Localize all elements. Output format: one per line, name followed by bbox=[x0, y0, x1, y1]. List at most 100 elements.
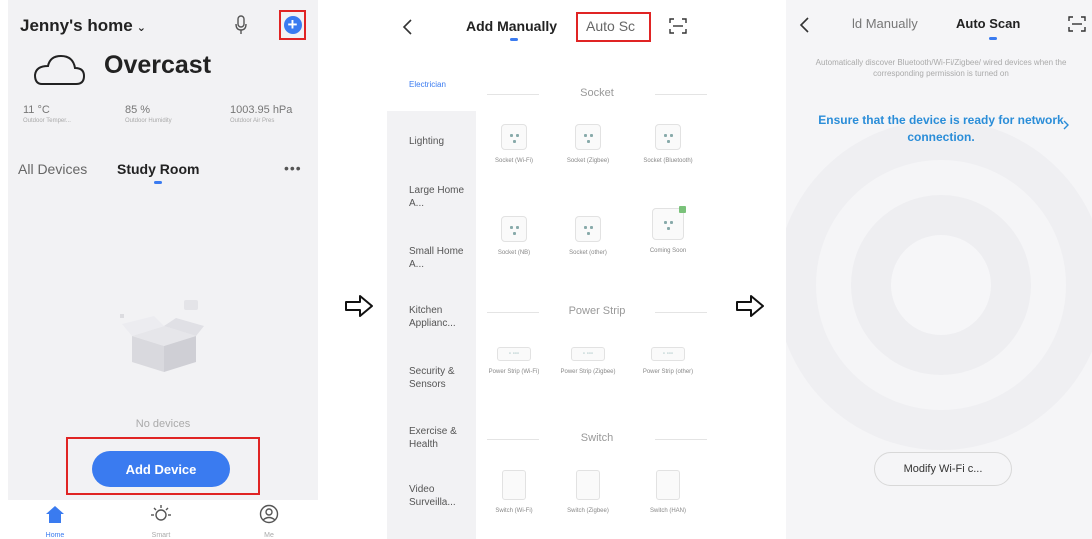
sidebar-item-kitchen-appliances[interactable]: Kitchen Applianc... bbox=[409, 304, 473, 330]
socket-icon bbox=[575, 216, 601, 242]
device-label: Power Strip (other) bbox=[642, 369, 694, 375]
stat-value: 85 % bbox=[125, 104, 151, 116]
device-label: Switch (HAN) bbox=[649, 508, 686, 514]
power-strip-icon: ▫ ▫▫▫ bbox=[497, 347, 531, 361]
active-tab-indicator bbox=[510, 38, 518, 41]
more-icon[interactable]: ••• bbox=[284, 160, 302, 176]
weather-condition: Overcast bbox=[104, 51, 212, 79]
nav-label: Home bbox=[45, 532, 65, 539]
device-coming-soon[interactable]: Coming Soon bbox=[637, 206, 699, 255]
device-switch-wifi[interactable]: Switch (Wi-Fi) bbox=[483, 470, 545, 515]
device-switch-han[interactable]: Switch (HAN) bbox=[637, 470, 699, 515]
section-title-socket: Socket bbox=[487, 87, 707, 99]
modify-wifi-button[interactable]: Modify Wi-Fi c... bbox=[874, 452, 1012, 486]
switch-icon bbox=[502, 470, 526, 500]
socket-icon bbox=[652, 206, 686, 240]
nav-item-home[interactable]: Home bbox=[25, 504, 85, 539]
socket-icon bbox=[575, 124, 601, 150]
home-name: Jenny's home bbox=[20, 16, 133, 35]
add-device-screen-panel: Add Manually Auto Sc Electrician Lightin… bbox=[387, 0, 709, 539]
scan-radar-core bbox=[891, 235, 991, 335]
device-power-strip-wifi[interactable]: ▫ ▫▫▫ Power Strip (Wi-Fi) bbox=[483, 342, 545, 376]
auto-scan-description: Automatically discover Bluetooth/Wi-Fi/Z… bbox=[815, 58, 1067, 78]
device-socket-nb[interactable]: Socket (NB) bbox=[483, 216, 545, 257]
arrow-right-icon bbox=[345, 295, 373, 317]
home-selector[interactable]: Jenny's home ⌄ bbox=[20, 16, 146, 36]
active-tab-indicator bbox=[989, 37, 997, 40]
stat-value: 11 °C bbox=[23, 104, 50, 116]
nav-label: Me bbox=[264, 532, 274, 539]
device-label: Socket (Wi-Fi) bbox=[495, 158, 533, 164]
add-device-plus-button[interactable]: + bbox=[279, 10, 306, 40]
sidebar-item-security-sensors[interactable]: Security & Sensors bbox=[409, 365, 473, 391]
chevron-right-icon bbox=[1063, 120, 1069, 130]
stat-label: Outdoor Humidity bbox=[125, 118, 172, 124]
plus-icon: + bbox=[283, 16, 302, 34]
tab-auto-scan[interactable]: Auto Scan bbox=[956, 16, 1020, 31]
device-socket-bluetooth[interactable]: Socket (Bluetooth) bbox=[637, 124, 699, 165]
back-icon[interactable] bbox=[798, 16, 810, 34]
microphone-icon[interactable] bbox=[234, 15, 248, 35]
device-label: Power Strip (Wi-Fi) bbox=[488, 369, 540, 375]
device-label: Switch (Wi-Fi) bbox=[495, 508, 533, 514]
tab-auto-scan[interactable]: Auto Sc bbox=[586, 18, 635, 34]
empty-state-text: No devices bbox=[135, 418, 191, 430]
sidebar-item-small-home-appliances[interactable]: Small Home A... bbox=[409, 245, 473, 271]
air-pressure-stat: 1003.95 hPa Outdoor Air Pres bbox=[230, 104, 292, 124]
device-power-strip-other[interactable]: ▫ ▫▫▫ Power Strip (other) bbox=[637, 342, 699, 376]
home-screen-panel: Jenny's home ⌄ + Overcast 11 °C Outdoor T… bbox=[8, 0, 318, 539]
cloud-icon bbox=[33, 54, 86, 85]
socket-icon bbox=[501, 124, 527, 150]
power-strip-icon: ▫ ▫▫▫ bbox=[571, 347, 605, 361]
device-power-strip-zigbee[interactable]: ▫ ▫▫▫ Power Strip (Zigbee) bbox=[557, 342, 619, 376]
stat-value: 1003.95 hPa bbox=[230, 104, 293, 116]
stat-label: Outdoor Air Pres bbox=[230, 118, 275, 124]
profile-icon bbox=[259, 504, 279, 524]
switch-icon bbox=[656, 470, 680, 500]
tab-add-manually[interactable]: Add Manually bbox=[466, 18, 557, 34]
power-strip-icon: ▫ ▫▫▫ bbox=[651, 347, 685, 361]
ensure-ready-link[interactable]: Ensure that the device is ready for netw… bbox=[816, 112, 1066, 146]
active-tab-indicator bbox=[154, 181, 162, 184]
socket-icon bbox=[501, 216, 527, 242]
arrow-right-icon bbox=[736, 295, 764, 317]
device-label: Power Strip (Zigbee) bbox=[560, 369, 616, 375]
category-sidebar: Electrician Lighting Large Home A... Sma… bbox=[387, 55, 476, 539]
device-socket-wifi[interactable]: Socket (Wi-Fi) bbox=[483, 124, 545, 165]
scan-icon[interactable] bbox=[669, 18, 687, 34]
switch-icon bbox=[576, 470, 600, 500]
device-label: Socket (Bluetooth) bbox=[643, 158, 693, 164]
home-icon bbox=[46, 506, 64, 523]
add-device-button[interactable]: Add Device bbox=[92, 451, 230, 487]
chevron-down-icon: ⌄ bbox=[136, 22, 146, 34]
scan-icon[interactable] bbox=[1068, 16, 1086, 32]
sidebar-item-large-home-appliances[interactable]: Large Home A... bbox=[409, 184, 473, 210]
sidebar-item-exercise-health[interactable]: Exercise & Health bbox=[409, 425, 473, 451]
sidebar-item-electrician[interactable]: Electrician bbox=[409, 78, 473, 91]
bottom-navigation: Home Smart Me bbox=[8, 500, 318, 539]
sidebar-item-lighting[interactable]: Lighting bbox=[409, 135, 473, 148]
device-socket-zigbee[interactable]: Socket (Zigbee) bbox=[557, 124, 619, 165]
sun-icon bbox=[151, 505, 171, 521]
back-icon[interactable] bbox=[401, 18, 413, 36]
nav-label: Smart bbox=[151, 532, 171, 539]
section-title-power-strip: Power Strip bbox=[487, 305, 707, 317]
tab-study-room[interactable]: Study Room bbox=[117, 161, 199, 177]
empty-box-illustration bbox=[120, 300, 204, 372]
stat-label: Outdoor Temper... bbox=[23, 118, 71, 124]
device-label: Socket (other) bbox=[569, 250, 607, 256]
tab-add-manually[interactable]: ld Manually bbox=[852, 16, 918, 31]
device-label: Socket (Zigbee) bbox=[566, 158, 610, 164]
device-label: Coming Soon bbox=[649, 248, 687, 254]
device-switch-zigbee[interactable]: Switch (Zigbee) bbox=[557, 470, 619, 515]
sidebar-item-video-surveillance[interactable]: Video Surveilla... bbox=[409, 483, 473, 509]
socket-icon bbox=[655, 124, 681, 150]
section-title-switch: Switch bbox=[487, 432, 707, 444]
auto-scan-screen-panel: ld Manually Auto Scan Automatically disc… bbox=[786, 0, 1092, 539]
device-label: Socket (NB) bbox=[497, 250, 531, 256]
device-label: Switch (Zigbee) bbox=[567, 508, 609, 514]
nav-item-me[interactable]: Me bbox=[239, 504, 299, 539]
nav-item-smart[interactable]: Smart bbox=[131, 504, 191, 539]
tab-all-devices[interactable]: All Devices bbox=[18, 161, 87, 177]
device-socket-other[interactable]: Socket (other) bbox=[557, 216, 619, 257]
